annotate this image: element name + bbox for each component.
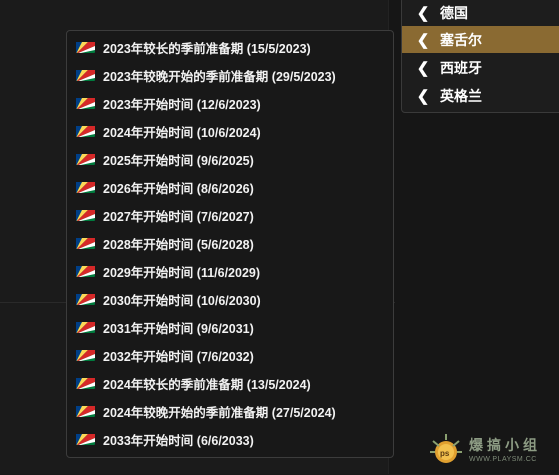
season-menu-item[interactable]: 2026年开始时间 (8/6/2026) <box>67 173 393 201</box>
season-menu-item[interactable]: 2027年开始时间 (7/6/2027) <box>67 201 393 229</box>
seychelles-flag-icon <box>76 181 95 193</box>
season-menu-item[interactable]: 2024年较长的季前准备期 (13/5/2024) <box>67 369 393 397</box>
season-menu-item-label: 2027年开始时间 (7/6/2027) <box>103 209 254 224</box>
country-item-england[interactable]: ❮ 英格兰 <box>402 82 559 109</box>
season-menu-item[interactable]: 2028年开始时间 (5/6/2028) <box>67 229 393 257</box>
season-menu-item-label: 2031年开始时间 (9/6/2031) <box>103 321 254 336</box>
seychelles-flag-icon <box>76 349 95 361</box>
season-menu-item-label: 2024年较长的季前准备期 (13/5/2024) <box>103 377 311 392</box>
season-menu-item-label: 2032年开始时间 (7/6/2032) <box>103 349 254 364</box>
watermark-url: WWW.PLAYSM.CC <box>469 456 537 463</box>
country-label: 英格兰 <box>440 87 482 104</box>
seychelles-flag-icon <box>76 125 95 137</box>
season-menu-item-label: 2026年开始时间 (8/6/2026) <box>103 181 254 196</box>
seychelles-flag-icon <box>76 97 95 109</box>
seychelles-flag-icon <box>76 405 95 417</box>
season-menu-item[interactable]: 2031年开始时间 (9/6/2031) <box>67 313 393 341</box>
country-item-spain[interactable]: ❮ 西班牙 <box>402 54 559 81</box>
seychelles-flag-icon <box>76 69 95 81</box>
chevron-left-icon: ❮ <box>416 87 430 105</box>
country-label: 西班牙 <box>440 59 482 76</box>
country-label: 德国 <box>440 4 468 21</box>
country-submenu: ❮ 德国 ❮ 塞舌尔 ❮ 西班牙 ❮ 英格兰 <box>401 0 559 113</box>
season-menu-item[interactable]: 2032年开始时间 (7/6/2032) <box>67 341 393 369</box>
season-menu-item[interactable]: 2024年开始时间 (10/6/2024) <box>67 117 393 145</box>
seychelles-flag-icon <box>76 41 95 53</box>
seychelles-flag-icon <box>76 209 95 221</box>
chevron-left-icon: ❮ <box>416 4 430 22</box>
season-menu-item[interactable]: 2023年开始时间 (12/6/2023) <box>67 89 393 117</box>
season-menu-item[interactable]: 2033年开始时间 (6/6/2033) <box>67 425 393 453</box>
season-menu-item[interactable]: 2025年开始时间 (9/6/2025) <box>67 145 393 173</box>
seychelles-flag-icon <box>76 293 95 305</box>
seychelles-flag-icon <box>76 153 95 165</box>
season-menu-item[interactable]: 2029年开始时间 (11/6/2029) <box>67 257 393 285</box>
seychelles-flag-icon <box>76 321 95 333</box>
season-menu-item-label: 2023年较晚开始的季前准备期 (29/5/2023) <box>103 69 336 84</box>
season-menu-item-label: 2025年开始时间 (9/6/2025) <box>103 153 254 168</box>
country-item-seychelles[interactable]: ❮ 塞舌尔 <box>402 26 559 53</box>
watermark-text: 爆搞小组 <box>469 437 541 453</box>
season-menu-item[interactable]: 2023年较长的季前准备期 (15/5/2023) <box>67 33 393 61</box>
seychelles-flag-icon <box>76 237 95 249</box>
watermark-logo-icon: ps <box>430 434 462 463</box>
season-start-menu: 2023年较长的季前准备期 (15/5/2023) 2023年较晚开始的季前准备期… <box>66 30 394 458</box>
season-menu-item-label: 2023年较长的季前准备期 (15/5/2023) <box>103 41 311 56</box>
season-menu-item[interactable]: 2030年开始时间 (10/6/2030) <box>67 285 393 313</box>
season-menu-item[interactable]: 2023年较晚开始的季前准备期 (29/5/2023) <box>67 61 393 89</box>
seychelles-flag-icon <box>76 265 95 277</box>
season-menu-item-label: 2024年开始时间 (10/6/2024) <box>103 125 261 140</box>
watermark-badge: ps <box>440 449 450 458</box>
season-menu-item-label: 2033年开始时间 (6/6/2033) <box>103 433 254 448</box>
season-menu-item-label: 2023年开始时间 (12/6/2023) <box>103 97 261 112</box>
season-menu-item-label: 2029年开始时间 (11/6/2029) <box>103 265 261 280</box>
seychelles-flag-icon <box>76 377 95 389</box>
season-menu-item-label: 2030年开始时间 (10/6/2030) <box>103 293 261 308</box>
seychelles-flag-icon <box>76 433 95 445</box>
season-menu-item-label: 2024年较晚开始的季前准备期 (27/5/2024) <box>103 405 336 420</box>
season-menu-item-label: 2028年开始时间 (5/6/2028) <box>103 237 254 252</box>
chevron-left-icon: ❮ <box>416 59 430 77</box>
country-label: 塞舌尔 <box>440 31 482 48</box>
chevron-left-icon: ❮ <box>416 31 430 49</box>
season-menu-item[interactable]: 2024年较晚开始的季前准备期 (27/5/2024) <box>67 397 393 425</box>
country-item-germany[interactable]: ❮ 德国 <box>402 0 559 26</box>
